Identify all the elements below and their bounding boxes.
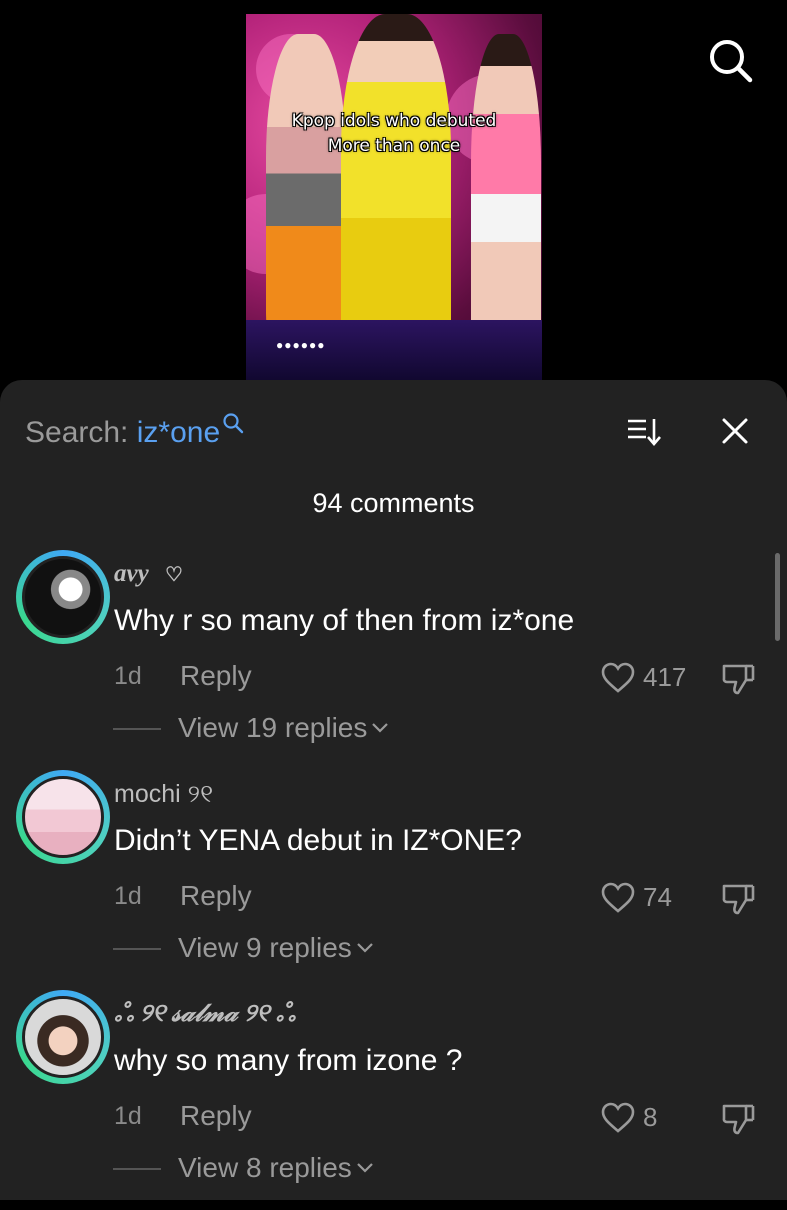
- stage-lights: ●●●●●●: [276, 338, 326, 352]
- comments-sheet: Search: iz*one 94 comments avy ♡ Why r s…: [0, 380, 787, 1200]
- comment-text: Didn’t YENA debut in IZ*ONE?: [114, 824, 522, 857]
- avatar-image: [22, 556, 104, 638]
- username-decoration: ୨୧: [187, 780, 214, 808]
- view-replies-button[interactable]: View 9 replies: [178, 932, 374, 964]
- chevron-down-icon: [357, 1163, 373, 1173]
- chevron-down-icon: [372, 723, 389, 733]
- avatar[interactable]: [16, 770, 110, 864]
- comment-text: Why r so many of then from iz*one: [114, 604, 575, 637]
- chevron-down-icon: [357, 943, 373, 953]
- dancer-center: [341, 14, 451, 354]
- replies-divider: [113, 948, 161, 950]
- search-icon: [223, 413, 244, 434]
- caption-line-1: Kpop idols who debuted: [291, 111, 497, 131]
- comment-count: 94 comments: [312, 488, 475, 518]
- comment-time: 1d: [114, 662, 142, 690]
- comment-item: avy ♡ Why r so many of then from iz*one …: [0, 550, 787, 770]
- avatar-image: [22, 776, 104, 858]
- comment-time: 1d: [114, 1102, 142, 1130]
- heart-icon[interactable]: [600, 662, 636, 694]
- comment-username[interactable]: ஃ ୨୧ 𝓈𝒶𝓁𝓂𝒶 ୨୧ ஃ: [114, 1000, 295, 1031]
- avatar-image: [22, 996, 104, 1078]
- comment-text: why so many from izone ?: [114, 1044, 463, 1077]
- video-thumbnail[interactable]: ●●●●●● Kpop idols who debuted More than …: [246, 14, 542, 380]
- search-prefix: Search:: [25, 416, 137, 449]
- view-replies-label: View 19 replies: [178, 712, 368, 743]
- sort-icon[interactable]: [626, 415, 662, 447]
- reply-button[interactable]: Reply: [180, 880, 252, 912]
- like-count: 8: [643, 1102, 658, 1132]
- search-query-label[interactable]: Search: iz*one: [25, 412, 244, 450]
- thumbs-down-icon[interactable]: [720, 1102, 756, 1136]
- reply-button[interactable]: Reply: [180, 660, 252, 692]
- view-replies-button[interactable]: View 19 replies: [178, 712, 389, 744]
- thumbs-down-icon[interactable]: [720, 882, 756, 916]
- video-area: ●●●●●● Kpop idols who debuted More than …: [0, 0, 787, 400]
- heart-icon[interactable]: [600, 882, 636, 914]
- username-text: mochi: [114, 780, 181, 808]
- username-text: ஃ ୨୧ 𝓈𝒶𝓁𝓂𝒶 ୨୧ ஃ: [114, 1000, 296, 1027]
- replies-divider: [113, 1168, 161, 1170]
- close-icon[interactable]: [720, 416, 750, 446]
- dancer-right: [471, 34, 541, 354]
- like-count: 417: [643, 662, 687, 692]
- video-caption: Kpop idols who debuted More than once: [246, 109, 542, 159]
- dancer-left: [266, 34, 346, 344]
- reply-button[interactable]: Reply: [180, 1100, 252, 1132]
- thumbs-down-icon[interactable]: [720, 662, 756, 696]
- like-count: 74: [643, 882, 672, 912]
- comment-item: mochi ୨୧ Didn’t YENA debut in IZ*ONE? 1d…: [0, 770, 787, 990]
- comment-username[interactable]: mochi ୨୧: [114, 780, 213, 809]
- comments-header: Search: iz*one: [0, 380, 787, 480]
- view-replies-label: View 8 replies: [178, 1152, 352, 1183]
- avatar[interactable]: [16, 550, 110, 644]
- search-icon[interactable]: [707, 37, 753, 83]
- avatar[interactable]: [16, 990, 110, 1084]
- search-query: iz*one: [136, 416, 221, 449]
- replies-divider: [113, 728, 161, 730]
- view-replies-button[interactable]: View 8 replies: [178, 1152, 374, 1184]
- caption-line-2: More than once: [327, 136, 461, 156]
- heart-icon[interactable]: [600, 1102, 636, 1134]
- view-replies-label: View 9 replies: [178, 932, 352, 963]
- username-decoration: ♡: [164, 564, 183, 586]
- username-text: avy: [114, 560, 149, 587]
- comment-username[interactable]: avy ♡: [114, 560, 183, 588]
- comment-item: ஃ ୨୧ 𝓈𝒶𝓁𝓂𝒶 ୨୧ ஃ why so many from izone ?…: [0, 990, 787, 1210]
- comment-time: 1d: [114, 882, 142, 910]
